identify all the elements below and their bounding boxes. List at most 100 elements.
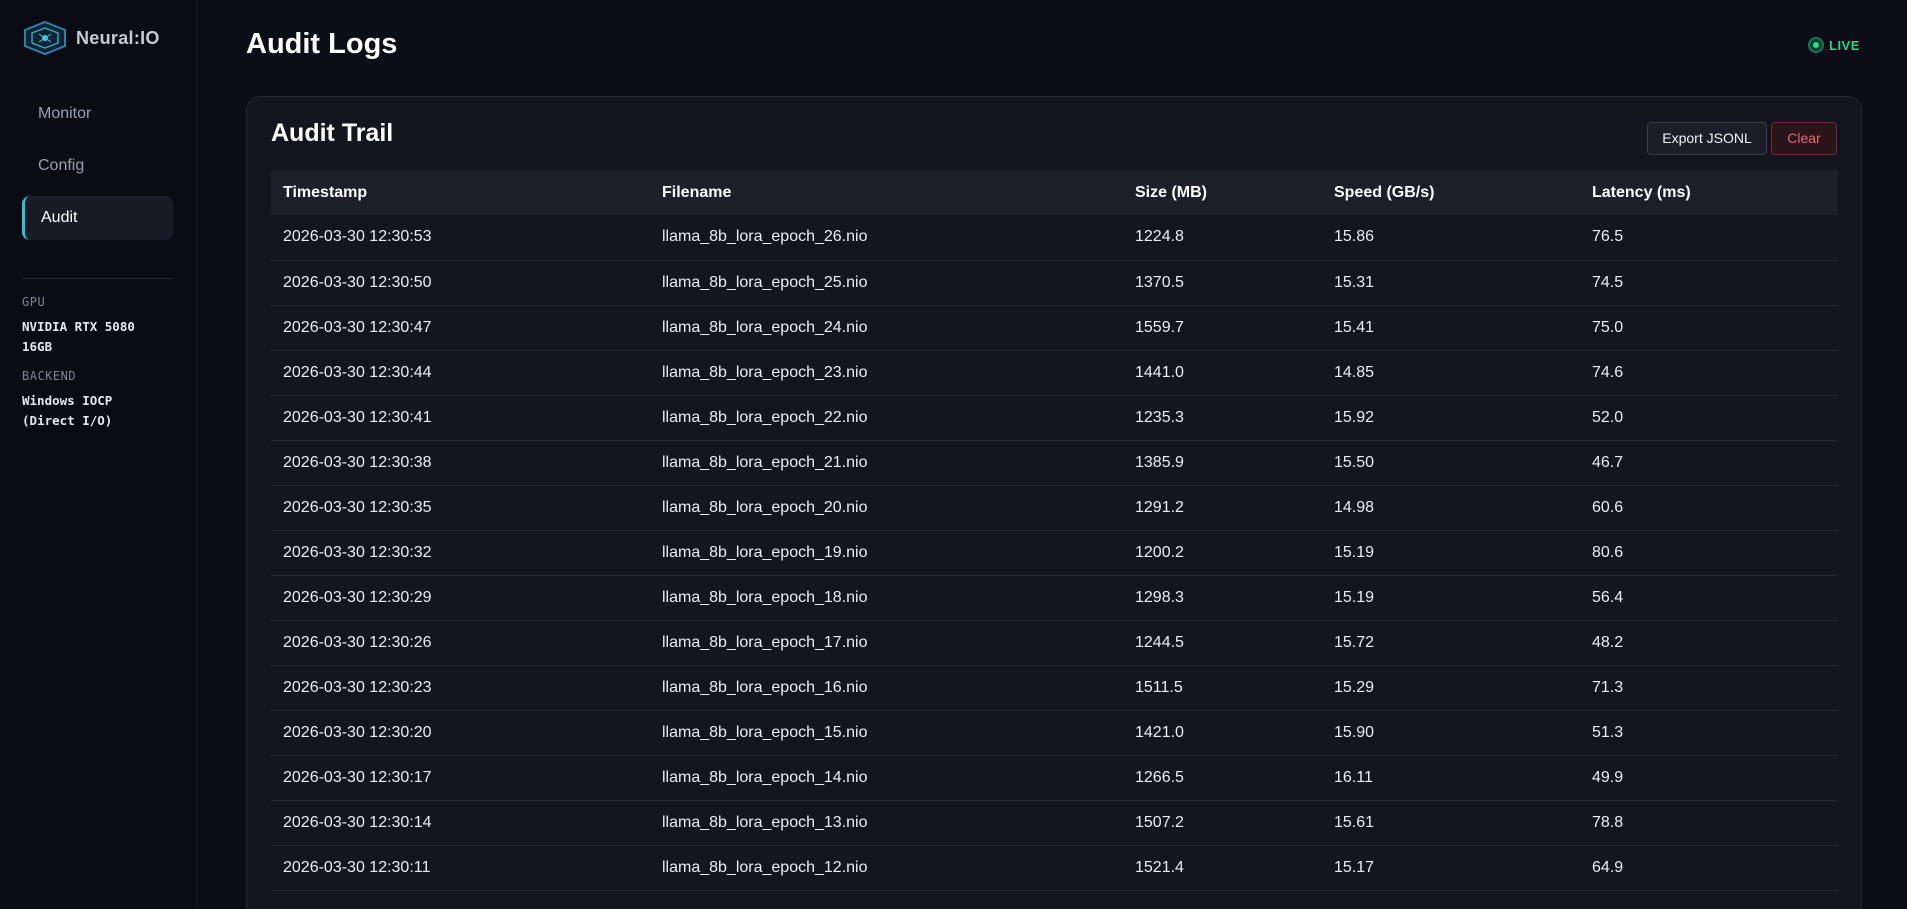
cell-timestamp: 2026-03-30 12:30:35 — [283, 498, 432, 516]
cell-speed: 15.90 — [1334, 723, 1375, 741]
brand-name: Neural:IO — [76, 27, 160, 48]
cell-timestamp: 2026-03-30 12:30:17 — [283, 768, 432, 786]
table-row[interactable]: 2026-03-30 12:30:35 llama_8b_lora_epoch_2… — [271, 485, 1838, 530]
table-row[interactable]: 2026-03-30 12:30:20 llama_8b_lora_epoch_1… — [271, 710, 1838, 755]
brand[interactable]: Neural:IO — [22, 20, 160, 56]
cell-latency: 71.3 — [1592, 678, 1624, 696]
page-title: Audit Logs — [246, 28, 398, 60]
table-row[interactable]: 2026-03-30 12:30:53 llama_8b_lora_epoch_2… — [271, 215, 1838, 260]
column-header-latency[interactable]: Latency (ms) — [1580, 170, 1838, 215]
sidebar-item-audit[interactable]: Audit — [22, 196, 173, 240]
live-status: LIVE — [1808, 37, 1860, 53]
cell-speed: 15.50 — [1334, 453, 1375, 471]
cell-latency: 56.4 — [1592, 588, 1624, 606]
gpu-value: NVIDIA RTX 5080 16GB — [22, 319, 135, 354]
cell-filename: llama_8b_lora_epoch_22.nio — [662, 408, 868, 426]
cell-filename: llama_8b_lora_epoch_12.nio — [662, 858, 868, 876]
live-status-label: LIVE — [1829, 37, 1860, 53]
cell-speed: 14.85 — [1334, 363, 1375, 381]
cell-size: 1511.5 — [1135, 678, 1183, 696]
cell-size: 1521.4 — [1135, 858, 1184, 876]
cell-speed: 15.41 — [1334, 318, 1375, 336]
backend-label: BACKEND — [22, 369, 77, 383]
cell-timestamp: 2026-03-30 12:30:50 — [283, 273, 432, 291]
column-header-filename[interactable]: Filename — [650, 170, 1123, 215]
cell-size: 1298.3 — [1135, 588, 1184, 606]
cell-speed: 15.17 — [1334, 858, 1375, 876]
cell-latency: 51.3 — [1592, 723, 1624, 741]
sidebar-item-monitor[interactable]: Monitor — [22, 92, 173, 136]
cell-speed: 15.31 — [1334, 273, 1375, 291]
cell-speed: 15.61 — [1334, 813, 1375, 831]
cell-timestamp: 2026-03-30 12:30:38 — [283, 453, 432, 471]
table-row[interactable]: 2026-03-30 12:30:17 llama_8b_lora_epoch_1… — [271, 755, 1838, 800]
cell-size: 1266.5 — [1135, 768, 1184, 786]
neural-logo-icon — [24, 20, 66, 56]
cell-timestamp: 2026-03-30 12:30:20 — [283, 723, 432, 741]
cell-size: 1370.5 — [1135, 273, 1184, 291]
table-row[interactable]: 2026-03-30 12:30:41 llama_8b_lora_epoch_2… — [271, 395, 1838, 440]
table-row[interactable]: 2026-03-30 12:30:23 llama_8b_lora_epoch_1… — [271, 665, 1838, 710]
table-row[interactable]: 2026-03-30 12:30:50 llama_8b_lora_epoch_2… — [271, 260, 1838, 305]
cell-size: 1235.3 — [1135, 408, 1184, 426]
cell-latency: 75.0 — [1592, 318, 1624, 336]
cell-filename: llama_8b_lora_epoch_14.nio — [662, 768, 868, 786]
cell-speed: 15.19 — [1334, 543, 1375, 561]
cell-latency: 48.2 — [1592, 633, 1624, 651]
column-header-speed[interactable]: Speed (GB/s) — [1322, 170, 1580, 215]
cell-filename: llama_8b_lora_epoch_16.nio — [662, 678, 868, 696]
cell-latency: 78.8 — [1592, 813, 1624, 831]
audit-table-wrap[interactable]: Timestamp Filename Size (MB) Speed (GB/s… — [271, 170, 1838, 891]
cell-filename: llama_8b_lora_epoch_15.nio — [662, 723, 868, 741]
cell-timestamp: 2026-03-30 12:30:32 — [283, 543, 432, 561]
table-row[interactable]: 2026-03-30 12:30:38 llama_8b_lora_epoch_2… — [271, 440, 1838, 485]
cell-latency: 60.6 — [1592, 498, 1624, 516]
column-header-size[interactable]: Size (MB) — [1123, 170, 1322, 215]
cell-speed: 15.29 — [1334, 678, 1375, 696]
sidebar: Neural:IO Monitor Config Audit GPU NVIDI… — [0, 0, 197, 909]
table-row[interactable]: 2026-03-30 12:30:44 llama_8b_lora_epoch_2… — [271, 350, 1838, 395]
cell-latency: 76.5 — [1592, 228, 1624, 246]
card-title: Audit Trail — [271, 119, 394, 147]
cell-filename: llama_8b_lora_epoch_24.nio — [662, 318, 868, 336]
cell-latency: 74.6 — [1592, 363, 1624, 381]
clear-button[interactable]: Clear — [1771, 122, 1837, 155]
table-row[interactable]: 2026-03-30 12:30:11 llama_8b_lora_epoch_1… — [271, 845, 1838, 890]
cell-size: 1244.5 — [1135, 633, 1184, 651]
audit-table: Timestamp Filename Size (MB) Speed (GB/s… — [271, 170, 1838, 891]
table-row[interactable]: 2026-03-30 12:30:32 llama_8b_lora_epoch_1… — [271, 530, 1838, 575]
cell-filename: llama_8b_lora_epoch_17.nio — [662, 633, 868, 651]
table-row[interactable]: 2026-03-30 12:30:14 llama_8b_lora_epoch_1… — [271, 800, 1838, 845]
table-row[interactable]: 2026-03-30 12:30:47 llama_8b_lora_epoch_2… — [271, 305, 1838, 350]
cell-filename: llama_8b_lora_epoch_26.nio — [662, 228, 868, 246]
cell-speed: 15.72 — [1334, 633, 1375, 651]
live-dot-icon — [1808, 37, 1824, 53]
cell-latency: 52.0 — [1592, 408, 1624, 426]
cell-size: 1507.2 — [1135, 813, 1184, 831]
cell-filename: llama_8b_lora_epoch_13.nio — [662, 813, 868, 831]
cell-filename: llama_8b_lora_epoch_18.nio — [662, 588, 868, 606]
cell-timestamp: 2026-03-30 12:30:47 — [283, 318, 432, 336]
export-jsonl-button[interactable]: Export JSONL — [1647, 122, 1767, 155]
gpu-label: GPU — [22, 295, 46, 309]
cell-filename: llama_8b_lora_epoch_23.nio — [662, 363, 868, 381]
column-header-timestamp[interactable]: Timestamp — [271, 170, 650, 215]
cell-size: 1421.0 — [1135, 723, 1184, 741]
table-row[interactable]: 2026-03-30 12:30:26 llama_8b_lora_epoch_1… — [271, 620, 1838, 665]
cell-timestamp: 2026-03-30 12:30:26 — [283, 633, 432, 651]
cell-speed: 15.92 — [1334, 408, 1375, 426]
cell-filename: llama_8b_lora_epoch_20.nio — [662, 498, 868, 516]
cell-timestamp: 2026-03-30 12:30:29 — [283, 588, 432, 606]
cell-filename: llama_8b_lora_epoch_19.nio — [662, 543, 868, 561]
cell-latency: 74.5 — [1592, 273, 1624, 291]
table-row[interactable]: 2026-03-30 12:30:29 llama_8b_lora_epoch_1… — [271, 575, 1838, 620]
sidebar-divider — [22, 278, 173, 279]
cell-size: 1441.0 — [1135, 363, 1184, 381]
cell-speed: 15.86 — [1334, 228, 1375, 246]
table-header-row: Timestamp Filename Size (MB) Speed (GB/s… — [271, 170, 1838, 215]
audit-trail-card: Audit Trail Export JSONL Clear Timestamp… — [246, 96, 1862, 909]
cell-size: 1385.9 — [1135, 453, 1184, 471]
cell-filename: llama_8b_lora_epoch_25.nio — [662, 273, 868, 291]
sidebar-nav: Monitor Config Audit — [22, 92, 173, 248]
sidebar-item-config[interactable]: Config — [22, 144, 173, 188]
